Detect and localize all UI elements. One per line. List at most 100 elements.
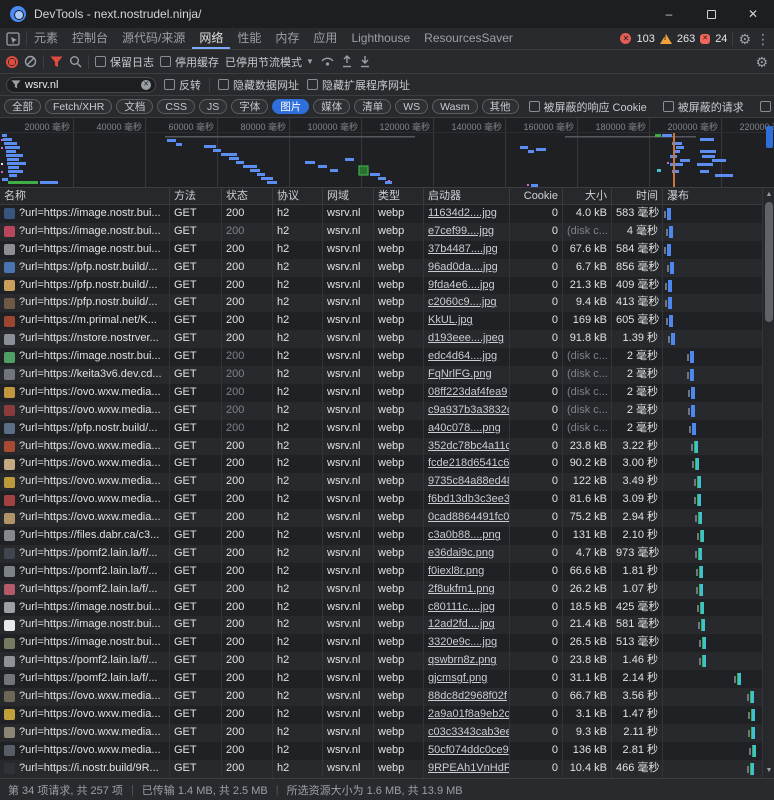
initiator-link[interactable]: a40c078....png (428, 422, 501, 434)
table-row[interactable]: ?url=https://image.nostr.bui...GET200h2w… (0, 634, 774, 652)
initiator-link[interactable]: 12ad2fd....jpg (428, 618, 495, 630)
table-row[interactable]: ?url=https://ovo.wxw.media...GET200h2wsr… (0, 473, 774, 491)
waterfall-cell[interactable] (663, 634, 774, 652)
request-name-cell[interactable]: ?url=https://pfp.nostr.build/... (0, 420, 170, 438)
type-filter-字体[interactable]: 字体 (231, 99, 268, 114)
initiator-link[interactable]: edc4d64....jpg (428, 350, 497, 362)
initiator-cell[interactable]: e36dai9c.png (424, 545, 510, 563)
waterfall-cell[interactable] (663, 760, 774, 778)
initiator-link[interactable]: gjcmsgf.png (428, 672, 487, 684)
initiator-link[interactable]: 08ff223daf4fea9 (428, 386, 507, 398)
export-har-icon[interactable] (359, 55, 371, 68)
initiator-link[interactable]: 9RPEAh1VnHdPz (428, 762, 510, 774)
table-row[interactable]: ?url=https://pomf2.lain.la/f/...GET200h2… (0, 581, 774, 599)
type-filter-图片[interactable]: 图片 (272, 99, 309, 114)
table-row[interactable]: ?url=https://ovo.wxw.media...GET200h2wsr… (0, 724, 774, 742)
request-name-cell[interactable]: ?url=https://pfp.nostr.build/... (0, 277, 170, 295)
waterfall-cell[interactable] (663, 384, 774, 402)
import-har-icon[interactable] (341, 55, 353, 68)
column-header-方法[interactable]: 方法 (170, 188, 222, 204)
initiator-cell[interactable]: qswbrn8z.png (424, 652, 510, 670)
waterfall-cell[interactable] (663, 581, 774, 599)
initiator-cell[interactable]: 88dc8d2968f02f (424, 688, 510, 706)
waterfall-cell[interactable] (663, 330, 774, 348)
waterfall-cell[interactable] (663, 455, 774, 473)
waterfall-cell[interactable] (663, 438, 774, 456)
initiator-cell[interactable]: a40c078....png (424, 420, 510, 438)
tab-元素[interactable]: 元素 (27, 28, 65, 49)
initiator-link[interactable]: c3a0b88....png (428, 529, 501, 541)
initiator-cell[interactable]: 9RPEAh1VnHdPz (424, 760, 510, 778)
initiator-link[interactable]: c03c3343cab3ee (428, 726, 510, 738)
request-name-cell[interactable]: ?url=https://pomf2.lain.la/f/... (0, 652, 170, 670)
type-filter-JS[interactable]: JS (199, 99, 227, 114)
initiator-cell[interactable]: edc4d64....jpg (424, 348, 510, 366)
initiator-link[interactable]: 50cf074ddc0ce9 (428, 744, 509, 756)
request-name-cell[interactable]: ?url=https://ovo.wxw.media... (0, 706, 170, 724)
column-header-时间[interactable]: 时间 (612, 188, 663, 204)
initiator-cell[interactable]: 50cf074ddc0ce9 (424, 742, 510, 760)
tab-性能[interactable]: 性能 (230, 28, 268, 49)
type-filter-CSS[interactable]: CSS (157, 99, 195, 114)
initiator-cell[interactable]: c9a937b3a3832c (424, 402, 510, 420)
initiator-link[interactable]: fcde218d6541c6 (428, 457, 509, 469)
preserve-log-checkbox[interactable]: 保留日志 (95, 54, 154, 70)
request-name-cell[interactable]: ?url=https://ovo.wxw.media... (0, 742, 170, 760)
initiator-cell[interactable]: 2f8ukfm1.png (424, 581, 510, 599)
waterfall-cell[interactable] (663, 420, 774, 438)
column-header-名称[interactable]: 名称 (0, 188, 170, 204)
table-row[interactable]: ?url=https://pfp.nostr.build/...GET200h2… (0, 420, 774, 438)
request-name-cell[interactable]: ?url=https://keita3v6.dev.cd... (0, 366, 170, 384)
table-row[interactable]: ?url=https://pomf2.lain.la/f/...GET200h2… (0, 545, 774, 563)
initiator-cell[interactable]: 3320e9c....jpg (424, 634, 510, 652)
waterfall-cell[interactable] (663, 366, 774, 384)
table-row[interactable]: ?url=https://pomf2.lain.la/f/...GET200h2… (0, 670, 774, 688)
record-network-log-button[interactable] (6, 56, 18, 68)
request-name-cell[interactable]: ?url=https://ovo.wxw.media... (0, 473, 170, 491)
table-row[interactable]: ?url=https://image.nostr.bui...GET200h2w… (0, 348, 774, 366)
waterfall-cell[interactable] (663, 527, 774, 545)
request-name-cell[interactable]: ?url=https://image.nostr.bui... (0, 599, 170, 617)
request-name-cell[interactable]: ?url=https://image.nostr.bui... (0, 223, 170, 241)
initiator-cell[interactable]: c2060c9....jpg (424, 294, 510, 312)
initiator-cell[interactable]: f0iexl8r.png (424, 563, 510, 581)
table-row[interactable]: ?url=https://ovo.wxw.media...GET200h2wsr… (0, 455, 774, 473)
initiator-link[interactable]: 37b4487....jpg (428, 243, 498, 255)
vertical-scrollbar[interactable]: ▲ ▼ (762, 188, 774, 778)
request-name-cell[interactable]: ?url=https://ovo.wxw.media... (0, 509, 170, 527)
initiator-cell[interactable]: c80111c....jpg (424, 599, 510, 617)
waterfall-cell[interactable] (663, 277, 774, 295)
filter-checkbox-被屏蔽的响应 Cookie[interactable]: 被屏蔽的响应 Cookie (529, 99, 647, 115)
request-name-cell[interactable]: ?url=https://ovo.wxw.media... (0, 438, 170, 456)
request-name-cell[interactable]: ?url=https://pomf2.lain.la/f/... (0, 563, 170, 581)
initiator-cell[interactable]: e7cef99....jpg (424, 223, 510, 241)
initiator-link[interactable]: c80111c....jpg (428, 601, 495, 613)
waterfall-cell[interactable] (663, 473, 774, 491)
initiator-cell[interactable]: gjcmsgf.png (424, 670, 510, 688)
column-header-状态[interactable]: 状态 (222, 188, 273, 204)
table-row[interactable]: ?url=https://image.nostr.bui...GET200h2w… (0, 599, 774, 617)
type-filter-Fetch/XHR[interactable]: Fetch/XHR (45, 99, 112, 114)
table-row[interactable]: ?url=https://ovo.wxw.media...GET200h2wsr… (0, 438, 774, 456)
table-row[interactable]: ?url=https://i.nostr.build/9R...GET200h2… (0, 760, 774, 778)
initiator-cell[interactable]: 11634d2....jpg (424, 205, 510, 223)
scroll-up-arrow[interactable]: ▲ (763, 189, 774, 201)
waterfall-cell[interactable] (663, 616, 774, 634)
waterfall-cell[interactable] (663, 545, 774, 563)
initiator-cell[interactable]: FqNrlFG.png (424, 366, 510, 384)
filter-input[interactable]: wsrv.nl ✕ (6, 77, 156, 93)
table-row[interactable]: ?url=https://pfp.nostr.build/...GET200h2… (0, 259, 774, 277)
search-icon[interactable] (69, 55, 82, 68)
waterfall-cell[interactable] (663, 724, 774, 742)
table-row[interactable]: ?url=https://ovo.wxw.media...GET200h2wsr… (0, 509, 774, 527)
clear-network-log-icon[interactable] (24, 55, 37, 68)
minimize-button[interactable]: – (648, 0, 690, 28)
initiator-link[interactable]: 2a9a01f8a9eb2c (428, 708, 510, 720)
console-errors-icon[interactable]: ✕ (620, 33, 631, 44)
initiator-link[interactable]: 9735c84a88ed48 (428, 475, 510, 487)
initiator-cell[interactable]: 12ad2fd....jpg (424, 616, 510, 634)
request-name-cell[interactable]: ?url=https://pomf2.lain.la/f/... (0, 581, 170, 599)
request-name-cell[interactable]: ?url=https://ovo.wxw.media... (0, 384, 170, 402)
waterfall-cell[interactable] (663, 259, 774, 277)
waterfall-cell[interactable] (663, 348, 774, 366)
